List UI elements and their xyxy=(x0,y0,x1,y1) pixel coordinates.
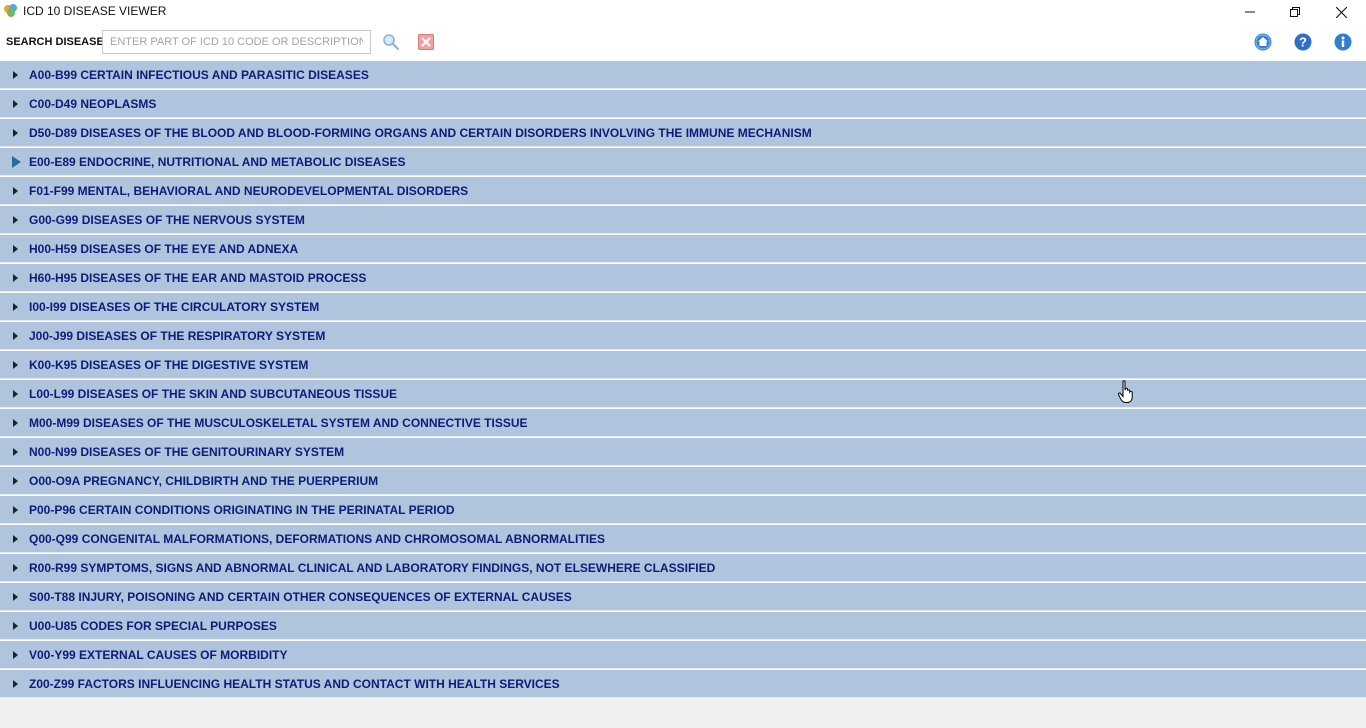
category-label: I00-I99 DISEASES OF THE CIRCULATORY SYST… xyxy=(29,300,320,314)
category-row[interactable]: S00-T88 INJURY, POISONING AND CERTAIN OT… xyxy=(0,583,1366,611)
restore-button[interactable] xyxy=(1272,0,1318,24)
expand-arrow-icon[interactable] xyxy=(12,156,21,168)
category-row[interactable]: F01-F99 MENTAL, BEHAVIORAL AND NEURODEVE… xyxy=(0,177,1366,205)
category-row[interactable]: Q00-Q99 CONGENITAL MALFORMATIONS, DEFORM… xyxy=(0,525,1366,553)
search-icon[interactable] xyxy=(382,33,400,51)
category-label: O00-O9A PREGNANCY, CHILDBIRTH AND THE PU… xyxy=(29,474,379,488)
close-button[interactable] xyxy=(1318,0,1364,24)
restore-icon xyxy=(1290,7,1300,17)
expand-arrow-icon[interactable] xyxy=(13,187,18,195)
expand-arrow-icon[interactable] xyxy=(13,448,18,456)
category-row[interactable]: N00-N99 DISEASES OF THE GENITOURINARY SY… xyxy=(0,438,1366,466)
expand-arrow-icon[interactable] xyxy=(13,651,18,659)
category-row[interactable]: U00-U85 CODES FOR SPECIAL PURPOSES xyxy=(0,612,1366,640)
expand-arrow-icon[interactable] xyxy=(13,216,18,224)
expand-arrow-icon[interactable] xyxy=(13,390,18,398)
expand-arrow-icon[interactable] xyxy=(13,245,18,253)
category-row[interactable]: H00-H59 DISEASES OF THE EYE AND ADNEXA xyxy=(0,235,1366,263)
category-row[interactable]: V00-Y99 EXTERNAL CAUSES OF MORBIDITY xyxy=(0,641,1366,669)
category-label: Z00-Z99 FACTORS INFLUENCING HEALTH STATU… xyxy=(29,677,560,691)
hand-cursor-icon xyxy=(1117,380,1135,404)
category-label: Q00-Q99 CONGENITAL MALFORMATIONS, DEFORM… xyxy=(29,532,605,546)
category-label: K00-K95 DISEASES OF THE DIGESTIVE SYSTEM xyxy=(29,358,309,372)
category-row[interactable]: K00-K95 DISEASES OF THE DIGESTIVE SYSTEM xyxy=(0,351,1366,379)
category-label: M00-M99 DISEASES OF THE MUSCULOSKELETAL … xyxy=(29,416,528,430)
category-row[interactable]: C00-D49 NEOPLASMS xyxy=(0,90,1366,118)
category-row[interactable]: Z00-Z99 FACTORS INFLUENCING HEALTH STATU… xyxy=(0,670,1366,698)
help-icon[interactable]: ? xyxy=(1294,33,1312,51)
category-row[interactable]: A00-B99 CERTAIN INFECTIOUS AND PARASITIC… xyxy=(0,61,1366,89)
expand-arrow-icon[interactable] xyxy=(13,71,18,79)
svg-text:?: ? xyxy=(1299,35,1307,50)
category-row[interactable]: D50-D89 DISEASES OF THE BLOOD AND BLOOD-… xyxy=(0,119,1366,147)
category-label: L00-L99 DISEASES OF THE SKIN AND SUBCUTA… xyxy=(29,387,398,401)
category-row[interactable]: H60-H95 DISEASES OF THE EAR AND MASTOID … xyxy=(0,264,1366,292)
title-bar: ICD 10 DISEASE VIEWER xyxy=(0,0,1366,24)
expand-arrow-icon[interactable] xyxy=(13,564,18,572)
minimize-button[interactable] xyxy=(1227,0,1273,24)
search-label: SEARCH DISEASES xyxy=(6,36,112,48)
category-label: V00-Y99 EXTERNAL CAUSES OF MORBIDITY xyxy=(29,648,288,662)
expand-arrow-icon[interactable] xyxy=(13,622,18,630)
expand-arrow-icon[interactable] xyxy=(13,274,18,282)
expand-arrow-icon[interactable] xyxy=(13,129,18,137)
category-label: H60-H95 DISEASES OF THE EAR AND MASTOID … xyxy=(29,271,367,285)
category-row[interactable]: O00-O9A PREGNANCY, CHILDBIRTH AND THE PU… xyxy=(0,467,1366,495)
category-label: J00-J99 DISEASES OF THE RESPIRATORY SYST… xyxy=(29,329,326,343)
category-label: S00-T88 INJURY, POISONING AND CERTAIN OT… xyxy=(29,590,572,604)
close-icon xyxy=(1335,6,1347,18)
category-label: E00-E89 ENDOCRINE, NUTRITIONAL AND METAB… xyxy=(29,155,406,169)
expand-arrow-icon[interactable] xyxy=(13,361,18,369)
clear-icon[interactable] xyxy=(417,33,435,51)
category-row[interactable]: M00-M99 DISEASES OF THE MUSCULOSKELETAL … xyxy=(0,409,1366,437)
category-row[interactable]: J00-J99 DISEASES OF THE RESPIRATORY SYST… xyxy=(0,322,1366,350)
expand-arrow-icon[interactable] xyxy=(13,332,18,340)
info-icon[interactable] xyxy=(1334,33,1352,51)
category-row[interactable]: L00-L99 DISEASES OF THE SKIN AND SUBCUTA… xyxy=(0,380,1366,408)
category-label: C00-D49 NEOPLASMS xyxy=(29,97,157,111)
category-label: N00-N99 DISEASES OF THE GENITOURINARY SY… xyxy=(29,445,345,459)
minimize-icon xyxy=(1245,11,1255,13)
window-title: ICD 10 DISEASE VIEWER xyxy=(23,4,167,18)
search-input[interactable] xyxy=(102,30,371,54)
expand-arrow-icon[interactable] xyxy=(13,680,18,688)
category-row[interactable]: I00-I99 DISEASES OF THE CIRCULATORY SYST… xyxy=(0,293,1366,321)
category-label: U00-U85 CODES FOR SPECIAL PURPOSES xyxy=(29,619,277,633)
category-row[interactable]: P00-P96 CERTAIN CONDITIONS ORIGINATING I… xyxy=(0,496,1366,524)
category-row[interactable]: G00-G99 DISEASES OF THE NERVOUS SYSTEM xyxy=(0,206,1366,234)
status-bar xyxy=(0,698,1366,728)
category-label: D50-D89 DISEASES OF THE BLOOD AND BLOOD-… xyxy=(29,126,812,140)
category-label: F01-F99 MENTAL, BEHAVIORAL AND NEURODEVE… xyxy=(29,184,469,198)
category-row[interactable]: R00-R99 SYMPTOMS, SIGNS AND ABNORMAL CLI… xyxy=(0,554,1366,582)
category-label: H00-H59 DISEASES OF THE EYE AND ADNEXA xyxy=(29,242,299,256)
expand-arrow-icon[interactable] xyxy=(13,535,18,543)
expand-arrow-icon[interactable] xyxy=(13,477,18,485)
expand-arrow-icon[interactable] xyxy=(13,419,18,427)
expand-arrow-icon[interactable] xyxy=(13,100,18,108)
app-icon xyxy=(3,3,19,19)
category-label: R00-R99 SYMPTOMS, SIGNS AND ABNORMAL CLI… xyxy=(29,561,716,575)
category-row[interactable]: E00-E89 ENDOCRINE, NUTRITIONAL AND METAB… xyxy=(0,148,1366,176)
expand-arrow-icon[interactable] xyxy=(13,303,18,311)
expand-arrow-icon[interactable] xyxy=(13,506,18,514)
category-label: A00-B99 CERTAIN INFECTIOUS AND PARASITIC… xyxy=(29,68,369,82)
category-label: G00-G99 DISEASES OF THE NERVOUS SYSTEM xyxy=(29,213,305,227)
expand-arrow-icon[interactable] xyxy=(13,593,18,601)
category-label: P00-P96 CERTAIN CONDITIONS ORIGINATING I… xyxy=(29,503,455,517)
home-icon[interactable] xyxy=(1254,33,1272,51)
